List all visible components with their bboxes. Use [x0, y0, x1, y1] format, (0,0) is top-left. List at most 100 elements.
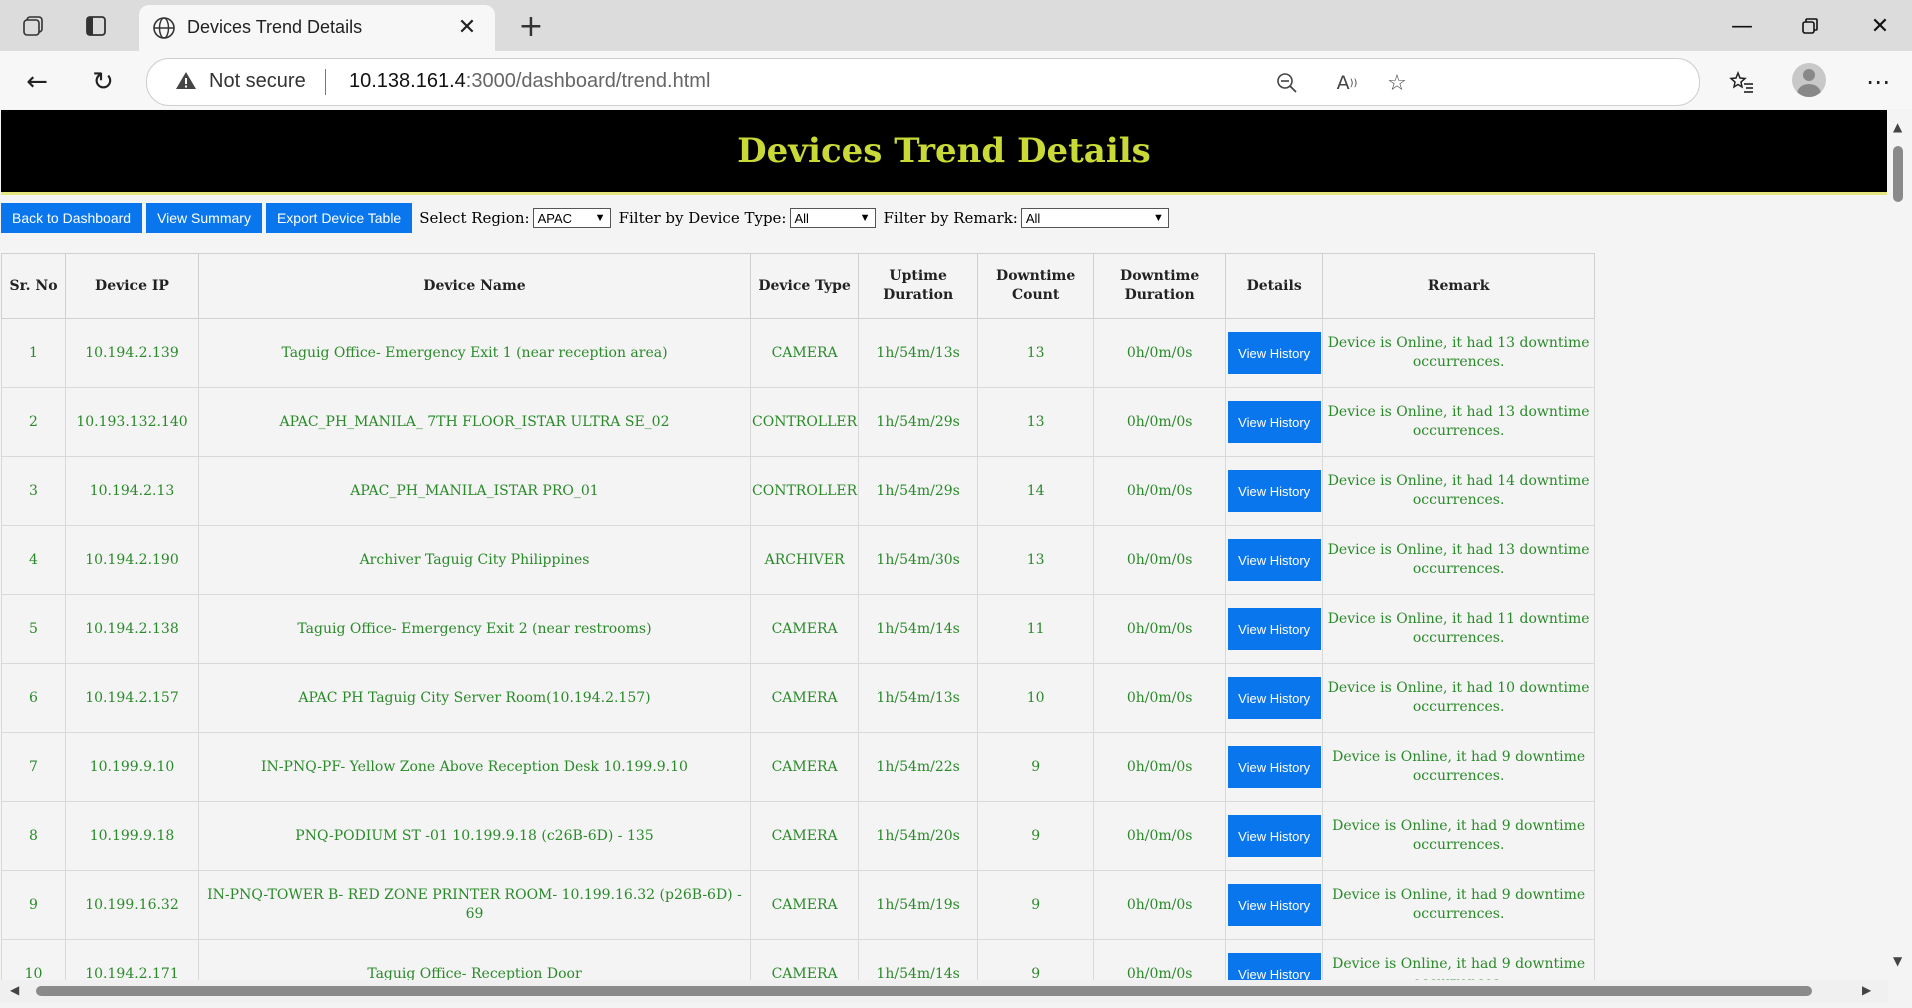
view-history-button[interactable]: View History: [1227, 332, 1321, 374]
view-history-button[interactable]: View History: [1227, 884, 1321, 926]
cell-device-ip: 10.194.2.139: [65, 318, 199, 388]
remark-select[interactable]: All ▼: [1020, 208, 1169, 228]
cell-remark: Device is Online, it had 11 downtime occ…: [1322, 594, 1596, 664]
page-header: Devices Trend Details: [1, 110, 1887, 195]
table-row: 3 10.194.2.13 APAC_PH_MANILA_ISTAR PRO_01 C…: [1, 456, 1596, 526]
col-header-sr-no[interactable]: Sr. No: [1, 253, 66, 319]
workspaces-icon[interactable]: [18, 10, 50, 42]
cell-downtime-count: 9: [977, 870, 1095, 940]
col-header-downtime-duration[interactable]: Downtime Duration: [1093, 253, 1227, 319]
url-bar[interactable]: Not secure 10.138.161.4:3000/dashboard/t…: [146, 58, 1700, 106]
col-header-remark[interactable]: Remark: [1322, 253, 1596, 319]
minimize-icon[interactable]: —: [1716, 8, 1768, 44]
scroll-right-icon[interactable]: ▶: [1862, 983, 1871, 997]
cell-sr-no: 6: [1, 663, 66, 733]
scroll-down-icon[interactable]: ▼: [1893, 954, 1902, 968]
cell-device-ip: 10.194.2.138: [65, 594, 199, 664]
page-viewport: Devices Trend Details Back to Dashboard …: [1, 110, 1888, 980]
cell-downtime-count: 9: [977, 939, 1095, 980]
cell-device-name: APAC_PH_MANILA_ 7TH FLOOR_ISTAR ULTRA SE…: [198, 387, 751, 457]
devices-table: Sr. No Device IP Device Name Device Type…: [1, 253, 1596, 980]
scroll-up-icon[interactable]: ▲: [1893, 120, 1902, 134]
export-device-table-button[interactable]: Export Device Table: [265, 203, 413, 233]
cell-details: View History: [1225, 387, 1324, 457]
scroll-left-icon[interactable]: ◀: [10, 983, 19, 997]
cell-remark: Device is Online, it had 9 downtime occu…: [1322, 870, 1596, 940]
back-to-dashboard-button[interactable]: Back to Dashboard: [1, 203, 143, 233]
cell-device-name: Taguig Office- Emergency Exit 2 (near re…: [198, 594, 751, 664]
active-tab[interactable]: Devices Trend Details ✕: [139, 5, 495, 51]
cell-device-type: CAMERA: [749, 318, 860, 388]
cell-uptime-duration: 1h/54m/14s: [858, 939, 979, 980]
chevron-down-icon: ▼: [1152, 212, 1164, 224]
cell-uptime-duration: 1h/54m/20s: [858, 801, 979, 871]
url-text[interactable]: 10.138.161.4:3000/dashboard/trend.html: [349, 70, 710, 93]
col-header-downtime-count[interactable]: Downtime Count: [977, 253, 1095, 319]
favorite-star-icon[interactable]: ☆: [1381, 67, 1413, 99]
cell-uptime-duration: 1h/54m/13s: [858, 318, 979, 388]
view-history-button[interactable]: View History: [1227, 470, 1321, 512]
cell-device-name: IN-PNQ-PF- Yellow Zone Above Reception D…: [198, 732, 751, 802]
remark-select-value: All: [1025, 210, 1041, 226]
view-history-button[interactable]: View History: [1227, 746, 1321, 788]
vertical-scroll-thumb[interactable]: [1893, 146, 1903, 202]
col-header-uptime-duration[interactable]: Uptime Duration: [858, 253, 979, 319]
col-header-device-type[interactable]: Device Type: [749, 253, 860, 319]
view-history-button[interactable]: View History: [1227, 401, 1321, 443]
cell-downtime-duration: 0h/0m/0s: [1093, 525, 1227, 595]
cell-downtime-count: 9: [977, 732, 1095, 802]
cell-details: View History: [1225, 525, 1324, 595]
table-row: 4 10.194.2.190 Archiver Taguig City Philip…: [1, 525, 1596, 595]
cell-device-ip: 10.199.16.32: [65, 870, 199, 940]
horizontal-scrollbar[interactable]: ◀ ▶: [0, 980, 1888, 1002]
cell-remark: Device is Online, it had 13 downtime occ…: [1322, 318, 1596, 388]
device-type-select[interactable]: All ▼: [789, 208, 876, 228]
view-summary-button[interactable]: View Summary: [146, 203, 262, 233]
tab-title: Devices Trend Details: [187, 17, 363, 37]
security-label[interactable]: Not secure: [209, 70, 306, 93]
zoom-icon[interactable]: [1271, 67, 1303, 99]
vertical-scrollbar[interactable]: ▲ ▼: [1888, 110, 1912, 980]
view-history-button[interactable]: View History: [1227, 953, 1321, 980]
globe-icon: [151, 15, 177, 41]
table-row: 1 10.194.2.139 Taguig Office- Emergency Ex…: [1, 318, 1596, 388]
close-tab-icon[interactable]: ✕: [453, 13, 481, 41]
cell-device-type: CAMERA: [749, 594, 860, 664]
cell-device-name: IN-PNQ-TOWER B- RED ZONE PRINTER ROOM- 1…: [198, 870, 751, 940]
restore-icon[interactable]: [1784, 8, 1836, 44]
cell-remark: Device is Online, it had 14 downtime occ…: [1322, 456, 1596, 526]
more-options-icon[interactable]: ⋯: [1858, 62, 1898, 102]
cell-downtime-count: 10: [977, 663, 1095, 733]
view-history-button[interactable]: View History: [1227, 815, 1321, 857]
cell-downtime-duration: 0h/0m/0s: [1093, 387, 1227, 457]
cell-details: View History: [1225, 594, 1324, 664]
cell-sr-no: 10: [1, 939, 66, 980]
col-header-details[interactable]: Details: [1225, 253, 1324, 319]
cell-device-name: PNQ-PODIUM ST -01 10.199.9.18 (c26B-6D) …: [198, 801, 751, 871]
back-icon[interactable]: ←: [17, 62, 57, 102]
view-history-button[interactable]: View History: [1227, 539, 1321, 581]
cell-downtime-duration: 0h/0m/0s: [1093, 594, 1227, 664]
read-aloud-icon[interactable]: A)): [1331, 67, 1363, 99]
horizontal-scroll-thumb[interactable]: [36, 986, 1812, 996]
view-history-button[interactable]: View History: [1227, 608, 1321, 650]
cell-device-ip: 10.194.2.171: [65, 939, 199, 980]
cell-details: View History: [1225, 456, 1324, 526]
new-tab-icon[interactable]: +: [515, 9, 547, 44]
warning-icon[interactable]: [175, 70, 199, 94]
close-window-icon[interactable]: ✕: [1854, 8, 1906, 44]
favorites-icon[interactable]: [1722, 62, 1762, 102]
profile-avatar[interactable]: [1792, 63, 1826, 97]
col-header-device-ip[interactable]: Device IP: [65, 253, 199, 319]
cell-downtime-duration: 0h/0m/0s: [1093, 318, 1227, 388]
refresh-icon[interactable]: ↻: [83, 62, 123, 102]
cell-downtime-count: 13: [977, 387, 1095, 457]
cell-device-type: CONTROLLER: [749, 456, 860, 526]
tab-actions-icon[interactable]: [80, 10, 112, 42]
cell-downtime-duration: 0h/0m/0s: [1093, 456, 1227, 526]
col-header-device-name[interactable]: Device Name: [198, 253, 751, 319]
view-history-button[interactable]: View History: [1227, 677, 1321, 719]
cell-device-type: CAMERA: [749, 939, 860, 980]
region-select[interactable]: APAC ▼: [532, 208, 611, 228]
cell-remark: Device is Online, it had 9 downtime occu…: [1322, 801, 1596, 871]
